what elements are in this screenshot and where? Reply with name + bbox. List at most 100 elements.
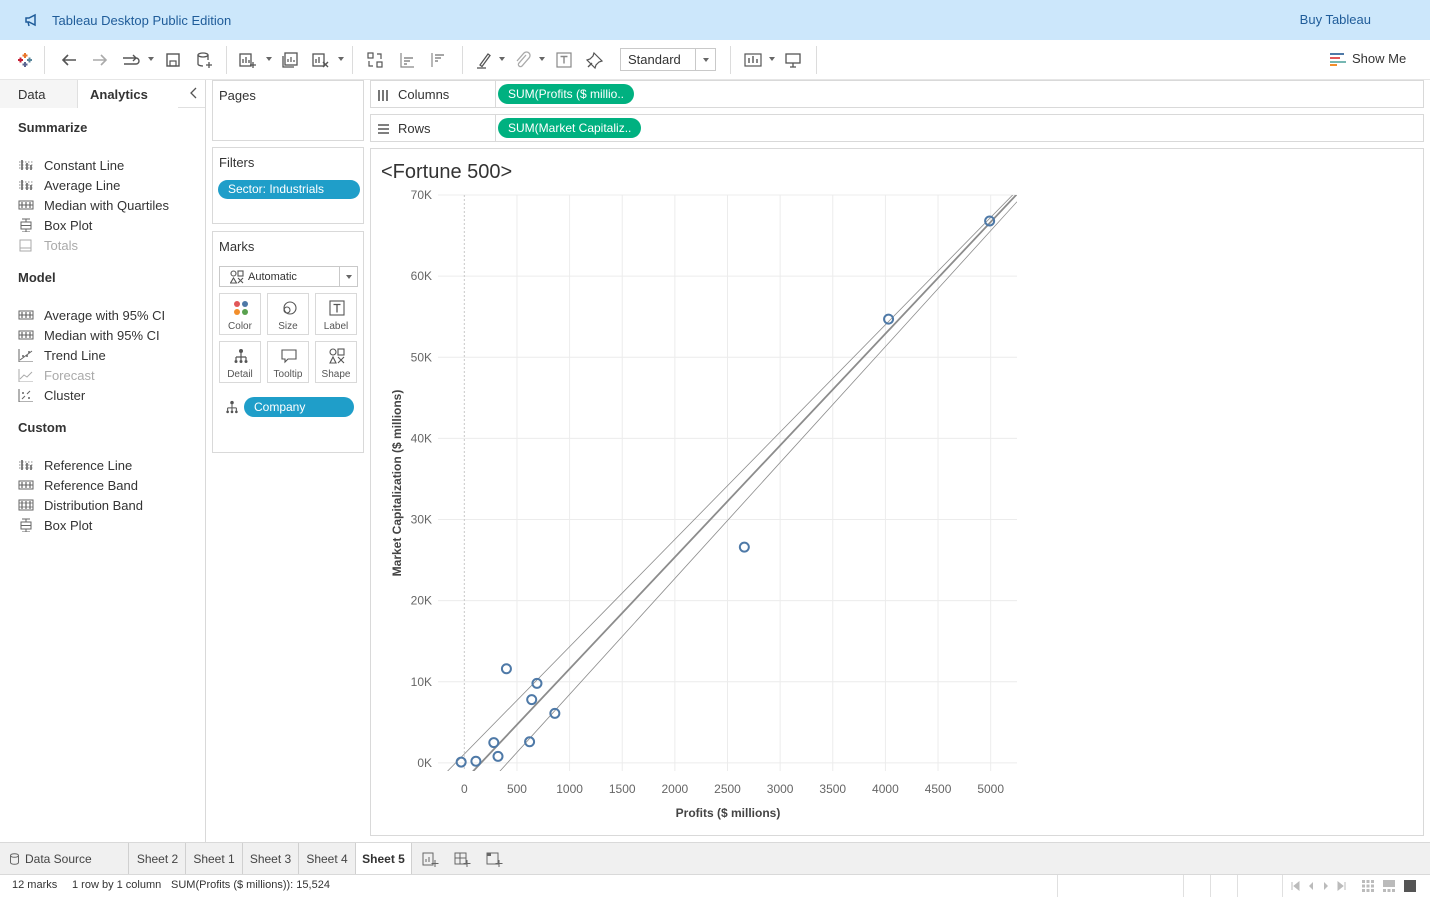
sheet-tab-sheet-4[interactable]: Sheet 4 xyxy=(299,843,356,874)
highlight-icon[interactable] xyxy=(473,50,495,70)
app-title: Tableau Desktop Public Edition xyxy=(52,12,232,28)
show-me-button[interactable]: Show Me xyxy=(1330,51,1406,66)
sheet-tab-sheet-3[interactable]: Sheet 3 xyxy=(243,843,299,874)
tableau-logo-icon[interactable] xyxy=(14,50,36,70)
clear-dropdown-icon[interactable] xyxy=(338,57,344,61)
replay-icon[interactable] xyxy=(120,50,142,70)
mark-type-value: Automatic xyxy=(248,270,297,283)
y-tick-label: 40K xyxy=(411,431,432,445)
analytics-item-reference-line[interactable]: Reference Line xyxy=(18,456,132,474)
duplicate-sheet-icon[interactable] xyxy=(279,50,301,70)
sort-descending-icon[interactable] xyxy=(427,50,449,70)
group-dropdown-icon[interactable] xyxy=(539,57,545,61)
detail-button[interactable]: Detail xyxy=(219,341,261,383)
analytics-item-median-with-95-ci[interactable]: Median with 95% CI xyxy=(18,326,160,344)
first-sheet-icon[interactable] xyxy=(1290,880,1300,892)
sheet-tab-sheet-1[interactable]: Sheet 1 xyxy=(186,843,243,874)
market-cap-pill[interactable]: SUM(Market Capitaliz.. xyxy=(498,118,642,138)
status-marks: 12 marks xyxy=(12,879,58,891)
new-worksheet-icon[interactable] xyxy=(421,850,439,868)
analytics-item-trend-line[interactable]: Trend Line xyxy=(18,346,106,364)
swap-rows-columns-icon[interactable] xyxy=(364,50,386,70)
undo-icon[interactable] xyxy=(58,50,80,70)
redo-icon[interactable] xyxy=(89,50,111,70)
new-story-icon[interactable] xyxy=(485,850,503,868)
filters-card[interactable]: Filters Sector: Industrials xyxy=(212,147,364,224)
scatter-point[interactable] xyxy=(526,694,538,706)
fit-select[interactable]: Standard xyxy=(620,48,716,71)
analytics-item-reference-band[interactable]: Reference Band xyxy=(18,476,138,494)
filter-pill-sector[interactable]: Sector: Industrials xyxy=(218,180,360,199)
analytics-item-totals[interactable]: Totals xyxy=(18,236,78,254)
show-mark-labels-icon[interactable] xyxy=(553,50,575,70)
sheet-sorter-icon[interactable] xyxy=(1362,880,1374,892)
cards-toggle-icon[interactable] xyxy=(742,50,764,70)
analytics-item-average-line[interactable]: Average Line xyxy=(18,176,120,194)
scatter-point[interactable] xyxy=(492,750,504,762)
analytics-item-label: Average Line xyxy=(44,177,121,193)
buy-tableau-link[interactable]: Buy Tableau xyxy=(1300,12,1371,27)
scatter-point[interactable] xyxy=(470,755,482,767)
tab-data[interactable]: Data xyxy=(0,80,78,108)
rows-shelf[interactable]: Rows SUM(Market Capitaliz.. xyxy=(370,114,1424,142)
analytics-item-box-plot[interactable]: Box Plot xyxy=(18,516,92,534)
analytics-item-median-with-quartiles[interactable]: Median with Quartiles xyxy=(18,196,169,214)
data-source-tab[interactable]: Data Source xyxy=(2,843,129,874)
scatter-point[interactable] xyxy=(455,756,467,768)
scatter-chart[interactable]: 0 500 1000 1500 2000 2500 3000 3500 4000 4500 5000… xyxy=(371,149,1423,835)
replay-dropdown-icon[interactable] xyxy=(148,57,154,61)
collapse-panel-icon[interactable] xyxy=(188,86,200,100)
presentation-mode-icon[interactable] xyxy=(782,50,804,70)
scatter-point[interactable] xyxy=(500,663,512,675)
new-worksheet-icon[interactable] xyxy=(236,50,258,70)
x-tick-label: 1500 xyxy=(609,782,636,796)
analytics-item-label: Totals xyxy=(44,237,78,253)
new-data-source-icon[interactable] xyxy=(193,50,215,70)
profits-pill[interactable]: SUM(Profits ($ millio.. xyxy=(498,84,635,104)
group-members-icon[interactable] xyxy=(512,50,534,70)
analytics-item-box-plot[interactable]: Box Plot xyxy=(18,216,92,234)
shape-button[interactable]: Shape xyxy=(315,341,357,383)
sheet-tab-sheet-2[interactable]: Sheet 2 xyxy=(130,843,186,874)
pages-card[interactable]: Pages xyxy=(212,80,364,141)
analytics-item-label: Cluster xyxy=(44,387,86,403)
rows-label: Rows xyxy=(398,121,431,136)
analytics-item-constant-line[interactable]: Constant Line xyxy=(18,156,124,174)
analytics-item-average-with-95-ci[interactable]: Average with 95% CI xyxy=(18,306,165,324)
previous-sheet-icon[interactable] xyxy=(1306,880,1316,892)
tab-analytics[interactable]: Analytics xyxy=(78,80,178,108)
analytics-item-cluster[interactable]: Cluster xyxy=(18,386,85,404)
columns-shelf[interactable]: Columns SUM(Profits ($ millio.. xyxy=(370,80,1424,108)
highlight-dropdown-icon[interactable] xyxy=(499,57,505,61)
tabs-view-icon[interactable] xyxy=(1404,880,1416,892)
scatter-point[interactable] xyxy=(488,737,500,749)
pin-axes-icon[interactable] xyxy=(584,50,606,70)
sort-ascending-icon[interactable] xyxy=(396,50,418,70)
color-button[interactable]: Color xyxy=(219,293,261,335)
filmstrip-icon[interactable] xyxy=(1383,880,1395,892)
tooltip-button[interactable]: Tooltip xyxy=(267,341,309,383)
new-dashboard-icon[interactable] xyxy=(453,850,471,868)
forecast-icon xyxy=(18,369,33,382)
size-button[interactable]: Size xyxy=(267,293,309,335)
columns-label: Columns xyxy=(398,87,450,102)
mark-type-select[interactable]: Automatic xyxy=(219,266,358,287)
analytics-item-distribution-band[interactable]: Distribution Band xyxy=(18,496,143,514)
label-button[interactable]: Label xyxy=(315,293,357,335)
cards-dropdown-icon[interactable] xyxy=(769,57,775,61)
new-worksheet-dropdown-icon[interactable] xyxy=(266,57,272,61)
chevron-down-icon xyxy=(339,267,357,286)
megaphone-icon[interactable] xyxy=(24,12,40,28)
trend-line-icon xyxy=(18,349,33,362)
scatter-point[interactable] xyxy=(738,541,750,553)
clear-sheet-icon[interactable] xyxy=(309,50,331,70)
analytics-item-label: Box Plot xyxy=(44,217,93,233)
next-sheet-icon[interactable] xyxy=(1321,880,1331,892)
sheet-tab-sheet-5[interactable]: Sheet 5 xyxy=(356,843,412,874)
rows-icon xyxy=(378,123,389,134)
save-icon[interactable] xyxy=(162,50,184,70)
analytics-item-forecast[interactable]: Forecast xyxy=(18,366,95,384)
last-sheet-icon[interactable] xyxy=(1337,880,1347,892)
section-summarize: Summarize xyxy=(18,120,88,135)
company-detail-pill[interactable]: Company xyxy=(244,397,354,417)
